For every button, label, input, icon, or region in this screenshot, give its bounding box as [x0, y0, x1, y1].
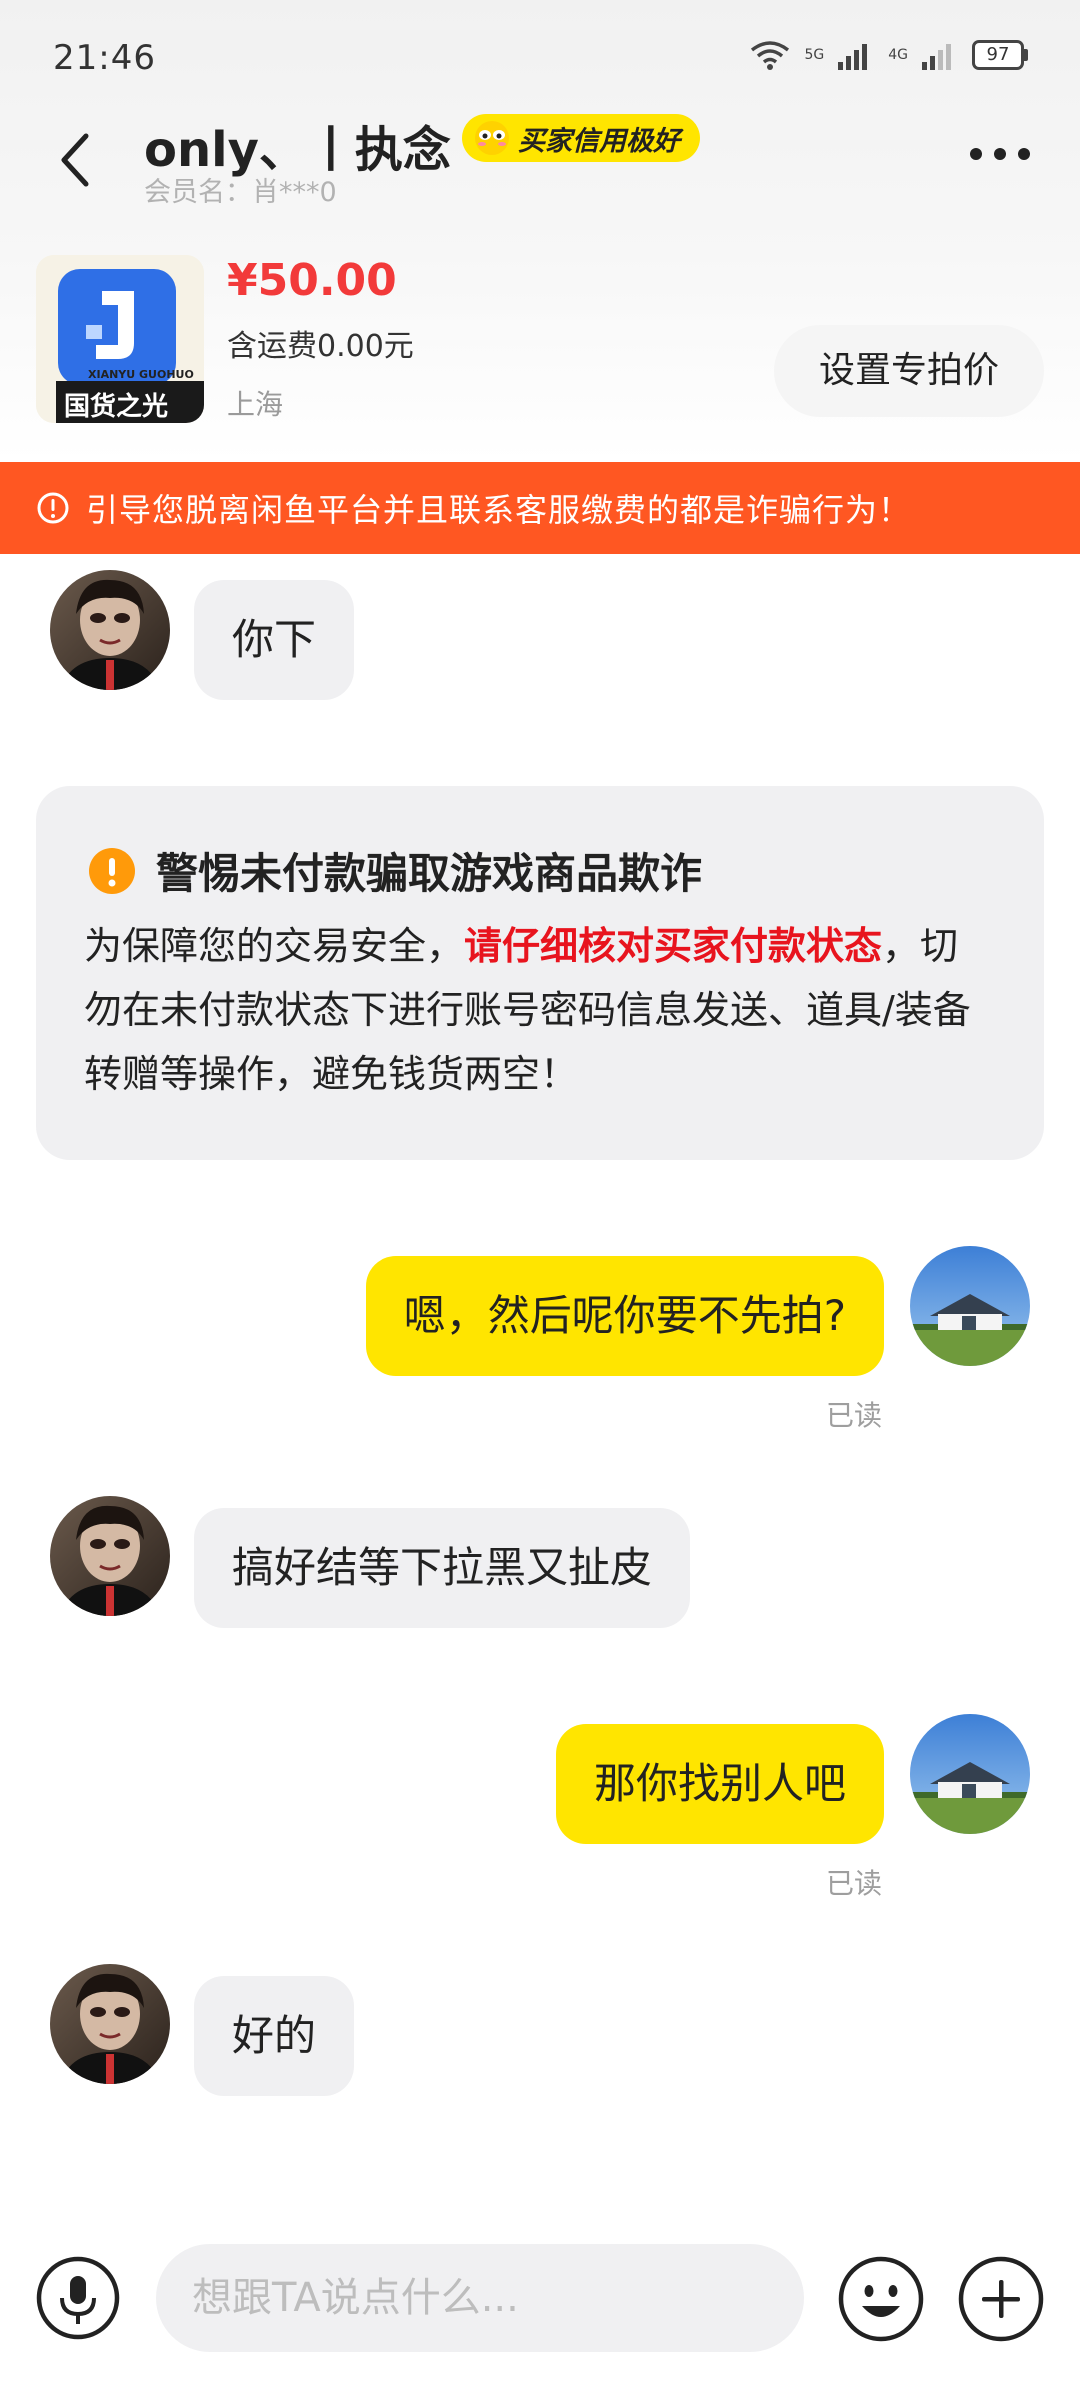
thumb-brand: XIANYU GUOHUO — [88, 368, 194, 381]
incoming-message-bubble[interactable]: 你下 — [194, 580, 355, 700]
notice-body-highlight: 请仔细核对买家付款状态 — [464, 924, 883, 968]
product-location: 上海 — [227, 388, 284, 421]
status-bar: 21:46 5G 4G 97 — [0, 0, 1080, 118]
thumb-caption: 国货之光 — [64, 391, 168, 422]
wifi-icon — [751, 41, 790, 70]
message-input-bar — [0, 2236, 1080, 2388]
back-arrow-icon[interactable] — [50, 128, 106, 192]
battery-tip — [1024, 49, 1028, 61]
chat-title-bar: only、丨执念 买家信用极好 会员名：肖***0 — [0, 110, 1080, 210]
signal-label-4g: 4G — [888, 47, 908, 63]
outgoing-message-bubble[interactable]: 嗯，然后呢你要不先拍? — [365, 1256, 884, 1376]
credit-badge[interactable]: 买家信用极好 — [462, 114, 700, 162]
product-card[interactable]: XIANYU GUOHUO 国货之光 ¥50.00 含运费0.00元 上海 设置… — [0, 255, 1080, 430]
notice-title: 警惕未付款骗取游戏商品欺诈 — [156, 849, 703, 898]
battery-level: 97 — [972, 40, 1024, 70]
incoming-message-bubble[interactable]: 好的 — [194, 1976, 355, 2096]
system-notice-card: 警惕未付款骗取游戏商品欺诈 为保障您的交易安全，请仔细核对买家付款状态，切勿在未… — [36, 786, 1044, 1160]
signal-bars-icon — [838, 44, 868, 70]
incoming-message-bubble[interactable]: 搞好结等下拉黑又扯皮 — [194, 1508, 691, 1628]
exclamation-circle-icon — [89, 847, 135, 894]
status-icons: 5G 4G 97 — [750, 40, 1028, 70]
outgoing-message-bubble[interactable]: 那你找别人吧 — [555, 1724, 884, 1844]
battery-indicator: 97 — [972, 40, 1028, 70]
set-special-price-button[interactable]: 设置专拍价 — [774, 325, 1044, 417]
my-avatar[interactable] — [910, 1714, 1030, 1834]
other-user-avatar[interactable] — [50, 1496, 170, 1616]
product-price: ¥50.00 — [227, 255, 397, 306]
status-time: 21:46 — [53, 38, 156, 78]
other-user-avatar[interactable] — [50, 570, 170, 690]
message-input[interactable] — [156, 2244, 804, 2352]
read-status: 已读 — [826, 1399, 883, 1432]
fraud-warning-banner: 引导您脱离闲鱼平台并且联系客服缴费的都是诈骗行为！ — [0, 462, 1080, 554]
member-name: 会员名：肖***0 — [144, 177, 337, 208]
more-dots-icon[interactable] — [968, 142, 1032, 166]
credit-badge-label: 买家信用极好 — [518, 125, 680, 157]
my-avatar[interactable] — [910, 1246, 1030, 1366]
microphone-icon[interactable] — [36, 2256, 120, 2340]
other-user-avatar[interactable] — [50, 1964, 170, 2084]
fraud-warning-text: 引导您脱离闲鱼平台并且联系客服缴费的都是诈骗行为！ — [86, 491, 912, 529]
product-shipping: 含运费0.00元 — [227, 329, 414, 364]
notice-body: 为保障您的交易安全，请仔细核对买家付款状态，切勿在未付款状态下进行账号密码信息发… — [84, 914, 994, 1106]
product-thumbnail[interactable]: XIANYU GUOHUO 国货之光 — [36, 255, 204, 423]
credit-face-icon — [475, 121, 509, 155]
notice-header: 警惕未付款骗取游戏商品欺诈 — [88, 840, 702, 901]
read-status: 已读 — [826, 1867, 883, 1900]
signal-bars-weak-icon — [922, 44, 951, 70]
plus-icon[interactable] — [958, 2256, 1044, 2342]
notice-body-prefix: 为保障您的交易安全， — [84, 924, 465, 968]
alert-circle-icon — [37, 492, 69, 524]
product-image: XIANYU GUOHUO 国货之光 — [36, 255, 204, 423]
emoji-icon[interactable] — [838, 2256, 924, 2342]
signal-label-5g: 5G — [804, 47, 825, 63]
